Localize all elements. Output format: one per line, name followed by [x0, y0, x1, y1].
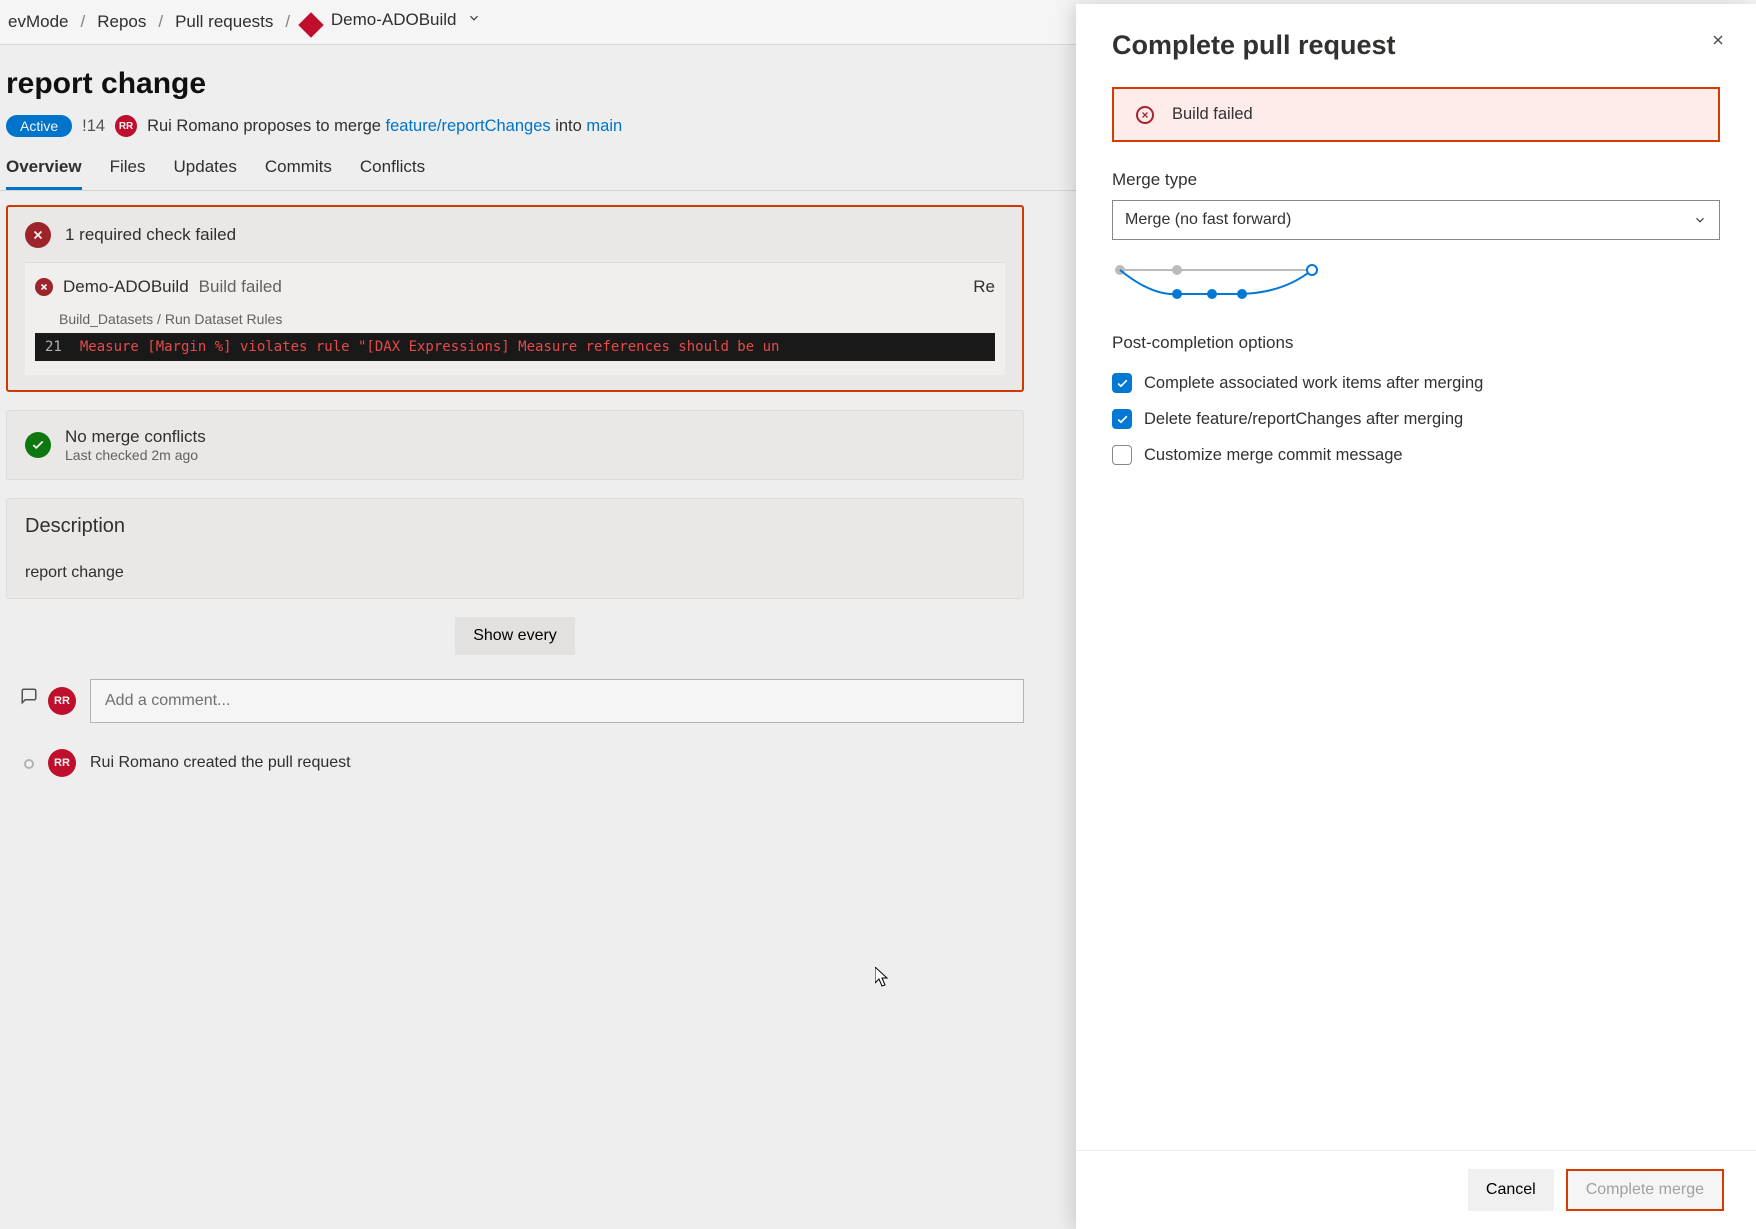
cursor-icon: [875, 967, 891, 992]
fail-icon: [35, 278, 53, 296]
source-branch-link[interactable]: feature/reportChanges: [386, 117, 551, 135]
opt-customize-message[interactable]: Customize merge commit message: [1112, 445, 1720, 465]
close-icon[interactable]: [1710, 32, 1726, 53]
breadcrumb-item[interactable]: Pull requests: [175, 12, 273, 32]
opt-label: Delete feature/reportChanges after mergi…: [1144, 410, 1463, 429]
pr-id: !14: [82, 117, 105, 136]
merge-conflicts-sub: Last checked 2m ago: [65, 447, 206, 463]
show-everything-button[interactable]: Show every: [455, 617, 575, 655]
pipeline-icon: [298, 12, 323, 37]
fail-icon: [1136, 106, 1154, 124]
breadcrumb-item[interactable]: evMode: [8, 12, 68, 32]
timeline-dot-icon: [24, 759, 34, 769]
merge-conflicts-text: No merge conflicts Last checked 2m ago: [65, 427, 206, 463]
pipeline-check-head[interactable]: Demo-ADOBuild Build failed Re: [35, 277, 995, 297]
tab-conflicts[interactable]: Conflicts: [360, 157, 425, 190]
panel-footer: Cancel Complete merge: [1076, 1150, 1756, 1229]
log-line-text: Measure [Margin %] violates rule "[DAX E…: [80, 339, 780, 355]
merge-type-select[interactable]: Merge (no fast forward): [1112, 200, 1720, 240]
check-summary-text: 1 required check failed: [65, 225, 236, 245]
pipeline-check: Demo-ADOBuild Build failed Re Build_Data…: [25, 262, 1005, 375]
chevron-down-icon: [1693, 213, 1707, 227]
description-body[interactable]: report change: [25, 564, 1005, 582]
check-summary-row[interactable]: 1 required check failed: [25, 222, 1005, 248]
into-word: into: [551, 117, 587, 135]
post-completion-label: Post-completion options: [1112, 333, 1720, 353]
target-branch-link[interactable]: main: [586, 117, 622, 135]
description-card: Description report change: [6, 498, 1024, 599]
re-label[interactable]: Re: [973, 277, 995, 297]
comment-icon: [20, 687, 38, 708]
post-completion-options: Complete associated work items after mer…: [1112, 373, 1720, 465]
log-line-number: 21: [45, 339, 62, 355]
tab-overview[interactable]: Overview: [6, 157, 82, 190]
tab-files[interactable]: Files: [110, 157, 146, 190]
cancel-button[interactable]: Cancel: [1468, 1169, 1554, 1211]
merge-type-value: Merge (no fast forward): [1125, 211, 1291, 229]
pr-propose-text: Rui Romano proposes to merge feature/rep…: [147, 117, 622, 136]
breadcrumb-item[interactable]: Repos: [97, 12, 146, 32]
breadcrumb-item-current[interactable]: Demo-ADOBuild: [302, 10, 481, 34]
status-badge: Active: [6, 115, 72, 137]
opt-complete-workitems[interactable]: Complete associated work items after mer…: [1112, 373, 1720, 393]
breadcrumb-sep: /: [158, 12, 163, 32]
show-everything-row: Show every: [6, 617, 1024, 655]
tab-updates[interactable]: Updates: [174, 157, 237, 190]
avatar[interactable]: RR: [48, 749, 76, 777]
opt-label: Customize merge commit message: [1144, 446, 1403, 465]
merge-graph-icon: [1112, 262, 1720, 305]
complete-merge-button[interactable]: Complete merge: [1566, 1169, 1724, 1211]
complete-pr-panel: Complete pull request Build failed Merge…: [1076, 4, 1756, 1229]
merge-conflicts-title: No merge conflicts: [65, 427, 206, 447]
activity-created: RR Rui Romano created the pull request: [48, 749, 1024, 777]
opt-label: Complete associated work items after mer…: [1144, 374, 1483, 393]
checkbox-icon[interactable]: [1112, 445, 1132, 465]
breadcrumb-sep: /: [285, 12, 290, 32]
comment-input[interactable]: [90, 679, 1024, 723]
log-line: 21 Measure [Margin %] violates rule "[DAX…: [35, 333, 995, 361]
checkbox-icon[interactable]: [1112, 373, 1132, 393]
build-failed-alert: Build failed: [1112, 87, 1720, 142]
opt-delete-branch[interactable]: Delete feature/reportChanges after mergi…: [1112, 409, 1720, 429]
panel-title: Complete pull request: [1112, 30, 1720, 61]
chevron-down-icon[interactable]: [467, 10, 481, 29]
step-path[interactable]: Build_Datasets / Run Dataset Rules: [59, 311, 995, 327]
comment-row: RR: [48, 679, 1024, 723]
proposer-text: Rui Romano proposes to merge: [147, 117, 385, 135]
avatar[interactable]: RR: [115, 115, 137, 137]
pipeline-status: Build failed: [199, 277, 282, 297]
merge-conflicts-card: No merge conflicts Last checked 2m ago: [6, 410, 1024, 480]
pipeline-name: Demo-ADOBuild: [63, 277, 189, 297]
success-icon: [25, 432, 51, 458]
checkbox-icon[interactable]: [1112, 409, 1132, 429]
breadcrumb-sep: /: [80, 12, 85, 32]
avatar[interactable]: RR: [48, 687, 76, 715]
description-heading: Description: [25, 515, 1005, 538]
overview-content: 1 required check failed Demo-ADOBuild Bu…: [0, 191, 1030, 791]
merge-type-label: Merge type: [1112, 170, 1720, 190]
alert-text: Build failed: [1172, 105, 1253, 124]
fail-icon: [25, 222, 51, 248]
activity-text: Rui Romano created the pull request: [90, 754, 351, 772]
tab-commits[interactable]: Commits: [265, 157, 332, 190]
breadcrumb-label: Demo-ADOBuild: [331, 10, 457, 29]
checks-card: 1 required check failed Demo-ADOBuild Bu…: [6, 205, 1024, 392]
